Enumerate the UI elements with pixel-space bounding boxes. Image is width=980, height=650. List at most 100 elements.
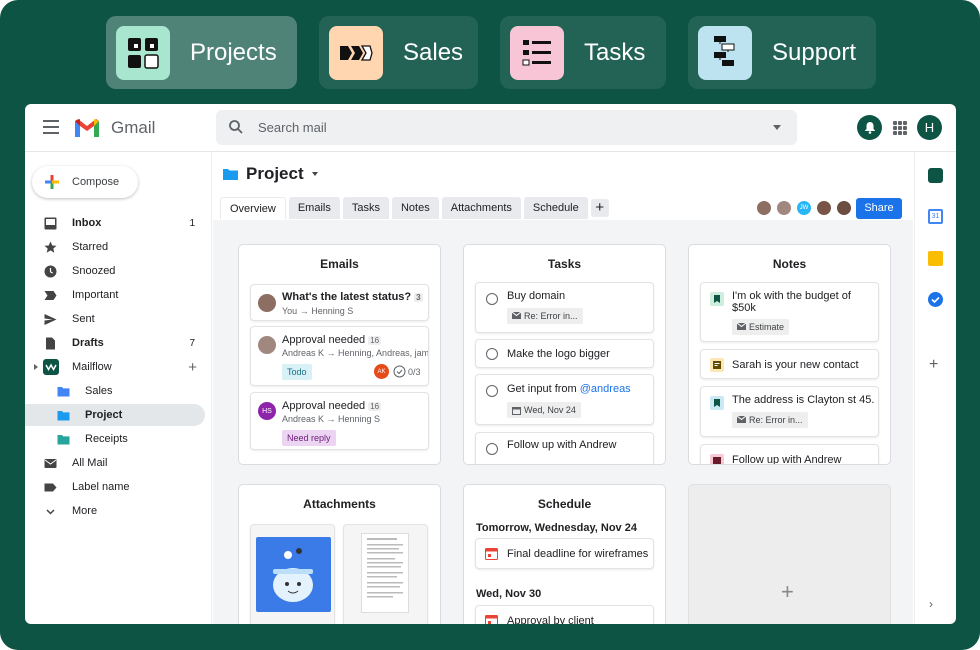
sidebar-item-starred[interactable]: Starred [25, 236, 205, 258]
workspace-tasks[interactable]: Tasks [500, 16, 666, 89]
bookmark-icon [710, 396, 724, 410]
mention-link[interactable]: @andreas [580, 383, 631, 395]
schedule-event[interactable]: Final deadline for wireframes [475, 538, 654, 569]
tab-notes[interactable]: Notes [391, 197, 439, 219]
assignee-avatar[interactable]: AK [374, 364, 389, 379]
task-item[interactable]: Make the logo bigger [475, 339, 654, 368]
email-participants: Andreas K → Henning S [282, 414, 381, 424]
mailflow-addon-icon[interactable] [928, 168, 943, 183]
task-item[interactable]: Follow up with Andrew [475, 432, 654, 464]
task-checkbox[interactable] [486, 385, 498, 397]
status-badge[interactable]: Todo [282, 364, 312, 380]
sidebar-item-project[interactable]: Project [25, 404, 205, 426]
sidebar-item-important[interactable]: Important [25, 284, 205, 306]
tab-overview[interactable]: Overview [220, 197, 286, 219]
task-checkbox[interactable] [486, 443, 498, 455]
support-flow-icon [698, 25, 752, 80]
star-icon [44, 241, 57, 253]
sidebar-item-sent[interactable]: Sent [25, 308, 205, 330]
all-mail-icon [44, 459, 57, 468]
schedule-date: Tomorrow, Wednesday, Nov 24 [476, 522, 637, 534]
due-date-chip[interactable]: Wed, Nov 24 [507, 402, 581, 418]
tasks-addon-icon[interactable] [928, 292, 943, 307]
calendar-event-icon [485, 615, 498, 624]
note-item[interactable]: Sarah is your new contact [700, 349, 879, 379]
avatar[interactable] [835, 199, 853, 217]
sidebar-item-inbox[interactable]: Inbox 1 [25, 212, 205, 234]
sidebar-item-receipts[interactable]: Receipts [25, 428, 205, 450]
note-item[interactable]: I'm ok with the budget of $50k Estimate [700, 282, 879, 342]
apps-grid-icon[interactable] [893, 121, 907, 135]
attachment-thumbnail[interactable] [250, 524, 335, 624]
account-avatar[interactable]: H [917, 115, 942, 140]
avatar[interactable] [775, 199, 793, 217]
task-item[interactable]: Get input from @andreas Wed, Nov 24 [475, 374, 654, 425]
search-options-icon[interactable] [773, 125, 781, 130]
sidebar-item-drafts[interactable]: Drafts 7 [25, 332, 205, 354]
compose-button[interactable]: Compose [32, 166, 138, 198]
page-title[interactable]: Project [223, 164, 318, 184]
caret-down-icon[interactable] [311, 172, 318, 176]
chevron-right-icon[interactable]: › [929, 597, 933, 611]
avatar[interactable] [815, 199, 833, 217]
workspace-label: Support [772, 38, 857, 66]
email-thread[interactable]: HS Approval needed 16 Andreas K → Henning… [250, 392, 429, 450]
email-subject: What's the latest status? [282, 291, 412, 303]
task-item[interactable]: Buy domain Re: Error in... [475, 282, 654, 333]
tab-attachments[interactable]: Attachments [441, 197, 521, 219]
sidebar-item-label: Sent [72, 313, 95, 325]
email-thread[interactable]: What's the latest status? 3 You → Henning… [250, 284, 429, 321]
calendar-addon-icon[interactable]: 31 [928, 209, 943, 224]
note-item[interactable]: Follow up with Andrew [700, 444, 879, 464]
document-preview [361, 533, 409, 613]
task-label: Get input from [507, 383, 580, 395]
add-tab-button[interactable]: + [590, 199, 609, 217]
add-label-button[interactable]: + [188, 359, 197, 376]
notifications-bell-icon[interactable] [857, 115, 882, 140]
menu-icon[interactable] [43, 120, 59, 134]
add-addon-button[interactable]: + [929, 356, 938, 374]
chip-label: Re: Error in... [524, 311, 578, 321]
task-checkbox[interactable] [486, 293, 498, 305]
workspace-projects[interactable]: Projects [106, 16, 297, 89]
tab-schedule[interactable]: Schedule [523, 197, 588, 219]
tab-tasks[interactable]: Tasks [342, 197, 389, 219]
sidebar-item-more[interactable]: More [25, 500, 205, 522]
search-bar[interactable]: Search mail [216, 110, 797, 145]
projects-grid-icon [116, 25, 170, 80]
schedule-event[interactable]: Approval by client [475, 605, 654, 624]
panel-title: Attachments [303, 497, 376, 511]
task-checkbox[interactable] [486, 348, 498, 360]
attachment-thumbnail[interactable] [343, 524, 428, 624]
email-thread[interactable]: Approval needed 16 Andreas K → Henning, A… [250, 326, 429, 386]
status-badge[interactable]: Need reply [282, 430, 336, 446]
tab-emails[interactable]: Emails [288, 197, 340, 219]
event-title: Approval by client [507, 615, 594, 624]
workspace-sales[interactable]: Sales [319, 16, 478, 89]
attachment-chip[interactable]: Re: Error in... [507, 308, 583, 324]
search-icon [229, 120, 243, 134]
share-button[interactable]: Share [856, 198, 902, 219]
avatar[interactable]: JW [795, 199, 813, 217]
sidebar-item-label: Sales [85, 385, 113, 397]
workspace-support[interactable]: Support [688, 16, 876, 89]
avatar[interactable] [755, 199, 773, 217]
email-subject: Approval needed [282, 334, 366, 346]
keep-addon-icon[interactable] [928, 251, 943, 266]
note-chip[interactable]: Re: Error in... [732, 412, 808, 428]
side-panel: 31 + › [914, 152, 956, 624]
add-panel-button[interactable]: + [688, 484, 891, 624]
sidebar-item-all-mail[interactable]: All Mail [25, 452, 205, 474]
note-item[interactable]: The address is Clayton st 45. Re: Error … [700, 386, 879, 437]
sidebar-item-mailflow[interactable]: Mailflow + [25, 356, 205, 378]
expand-caret-icon[interactable] [34, 364, 38, 370]
sidebar-item-label-name[interactable]: Label name [25, 476, 205, 498]
mailflow-icon [43, 359, 59, 375]
sidebar-item-snoozed[interactable]: Snoozed [25, 260, 205, 282]
app-frame: Projects Sales Tasks Support Gmail Searc… [0, 0, 980, 650]
tasks-panel: Tasks Buy domain Re: Error in... Make th… [463, 244, 666, 465]
search-input[interactable]: Search mail [258, 120, 327, 135]
note-icon [710, 358, 724, 372]
sidebar-item-sales[interactable]: Sales [25, 380, 205, 402]
note-chip[interactable]: Estimate [732, 319, 790, 335]
